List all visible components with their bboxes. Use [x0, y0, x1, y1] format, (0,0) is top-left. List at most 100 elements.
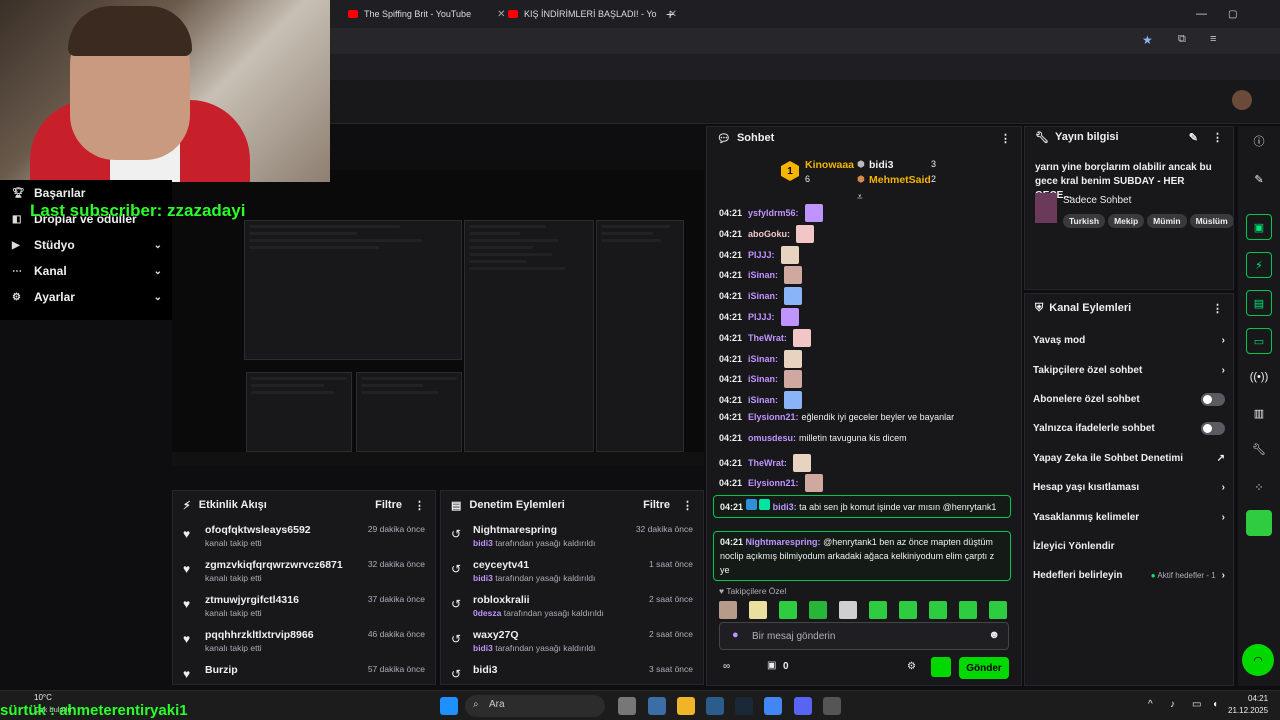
- emote[interactable]: [929, 601, 947, 619]
- message-username[interactable]: iSinan:: [748, 291, 778, 301]
- tag[interactable]: Turkish: [1063, 214, 1106, 228]
- widgets-icon[interactable]: [648, 697, 666, 715]
- extensions-icon[interactable]: ⧉: [1178, 33, 1186, 46]
- chat-message[interactable]: 04:21 PIJJJ:: [719, 245, 799, 264]
- emote[interactable]: [749, 601, 767, 619]
- action-ai-moderation[interactable]: Yapay Zeka ile Sohbet Denetimi ↗: [1025, 444, 1233, 473]
- chat-message[interactable]: 04:21 aboGoku:: [719, 224, 815, 243]
- extension-icon[interactable]: [931, 657, 951, 677]
- chat-message[interactable]: 04:21 Elysionn21: eğlendik iyi geceler bey…: [719, 412, 954, 422]
- info-icon[interactable]: ⓘ: [1246, 128, 1272, 154]
- leader-first-name[interactable]: Kinowaaa: [805, 159, 854, 171]
- emote[interactable]: [959, 601, 977, 619]
- action-subscribers-chat[interactable]: Abonelere özel sohbet: [1025, 385, 1233, 414]
- stack-icon[interactable]: ▥: [1246, 400, 1272, 426]
- nav-channel[interactable]: ⋯ Kanal ⌄: [0, 258, 172, 284]
- app-icon[interactable]: [823, 697, 841, 715]
- chat-message[interactable]: 04:21 omusdesu: milletin tavuguna kis dice…: [719, 433, 907, 443]
- chat-message[interactable]: 04:21 iSinan:: [719, 349, 803, 368]
- edit-icon[interactable]: ✎: [1189, 131, 1198, 144]
- edit-icon[interactable]: ✎: [1246, 166, 1272, 192]
- nav-studio[interactable]: ▶ Stüdyo ⌄: [0, 232, 172, 258]
- weather-temp[interactable]: 10°C: [34, 693, 52, 702]
- chat-input[interactable]: ● Bir mesaj gönderin ☻: [719, 622, 1009, 650]
- app-icon[interactable]: [706, 697, 724, 715]
- message-username[interactable]: TheWrat:: [748, 333, 787, 343]
- list-item[interactable]: ↺ bidi3 3 saat önce: [441, 659, 703, 694]
- message-username[interactable]: PIJJJ:: [748, 312, 775, 322]
- filter-button[interactable]: Filtre: [375, 499, 402, 511]
- more-icon[interactable]: ⋮: [682, 499, 693, 512]
- chat-message[interactable]: 04:21 iSinan:: [719, 391, 803, 410]
- emote[interactable]: [839, 601, 857, 619]
- volume-icon[interactable]: ◖: [1212, 699, 1218, 710]
- avatar[interactable]: [1232, 90, 1252, 110]
- more-icon[interactable]: ⋮: [1212, 131, 1223, 144]
- message-username[interactable]: ysfyldrm56:: [748, 208, 799, 218]
- emote[interactable]: [869, 601, 887, 619]
- filter-button[interactable]: Filtre: [643, 499, 670, 511]
- more-icon[interactable]: ⋮: [1212, 302, 1223, 315]
- tag[interactable]: Mekip: [1108, 214, 1145, 228]
- browser-tab-youtube[interactable]: The Spiffing Brit - YouTube ✕: [348, 4, 505, 24]
- infinity-icon[interactable]: ∞: [723, 661, 730, 672]
- mic-icon[interactable]: ♪: [1170, 699, 1175, 710]
- action-account-age[interactable]: Hesap yaşı kısıtlaması ›: [1025, 473, 1233, 502]
- media-icon[interactable]: ≡: [1210, 33, 1216, 45]
- chrome-icon[interactable]: [764, 697, 782, 715]
- maximize-icon[interactable]: ▢: [1228, 4, 1237, 24]
- emote[interactable]: [809, 601, 827, 619]
- list-item[interactable]: ♥ ztmuwjyrgifctl4316 kanalı takip etti 37 d…: [173, 589, 435, 624]
- send-button[interactable]: Gönder: [959, 657, 1009, 679]
- chat-message[interactable]: 04:21 TheWrat:: [719, 453, 811, 472]
- more-icon[interactable]: ⋮: [1000, 132, 1011, 145]
- extension-icon[interactable]: [1246, 510, 1272, 536]
- message-username[interactable]: Elysionn21:: [748, 412, 799, 422]
- network-icon[interactable]: ▭: [1192, 699, 1201, 710]
- leader-third-name[interactable]: MehmetSaid: [869, 174, 931, 186]
- message-username[interactable]: iSinan:: [748, 374, 778, 384]
- search-box[interactable]: ⌕ Ara: [465, 695, 605, 717]
- taskview-icon[interactable]: [618, 697, 636, 715]
- nav-settings[interactable]: ⚙ Ayarlar ⌄: [0, 284, 172, 310]
- message-username[interactable]: TheWrat:: [748, 458, 787, 468]
- mic-icon[interactable]: ●: [732, 629, 739, 641]
- list-item[interactable]: ↺ Nightmarespring bidi3 tarafından yasağı …: [441, 519, 703, 554]
- dots-icon[interactable]: ⁘: [1246, 474, 1272, 500]
- message-username[interactable]: PIJJJ:: [748, 250, 775, 260]
- broadcast-icon[interactable]: ((•)): [1246, 364, 1272, 390]
- emote[interactable]: [719, 601, 737, 619]
- list-item[interactable]: ♥ ofoqfqktwsleays6592 kanalı takip etti 29 …: [173, 519, 435, 554]
- lightning-icon[interactable]: ⚡︎: [1246, 252, 1272, 278]
- list-item[interactable]: ♥ pqqhhrzkltlxtrvip8966 kanalı takip etti 4…: [173, 624, 435, 659]
- message-username[interactable]: iSinan:: [748, 354, 778, 364]
- tag[interactable]: Müslüm: [1189, 214, 1233, 228]
- action-raid[interactable]: İzleyici Yönlendir: [1025, 532, 1233, 561]
- document-icon[interactable]: ▤: [1246, 290, 1272, 316]
- chat-message[interactable]: 04:21 iSinan:: [719, 266, 803, 285]
- discord-icon[interactable]: [794, 697, 812, 715]
- gift-icon[interactable]: ▣: [767, 660, 776, 671]
- list-item[interactable]: ↺ robloxkralii 0desza tarafından yasağı ka…: [441, 589, 703, 624]
- list-item[interactable]: ↺ waxy27Q bidi3 tarafından yasağı kaldırıl…: [441, 624, 703, 659]
- wrench-icon[interactable]: 🔧︎: [1246, 436, 1272, 462]
- subscribers-only-toggle[interactable]: [1201, 392, 1225, 406]
- folder-icon[interactable]: [677, 697, 695, 715]
- camera-icon[interactable]: ▣: [1246, 214, 1272, 240]
- action-emotes-only[interactable]: Yalnızca ifadelerle sohbet: [1025, 414, 1233, 443]
- bookmark-star-icon[interactable]: ★: [1142, 33, 1153, 47]
- emote[interactable]: [899, 601, 917, 619]
- support-icon[interactable]: ◠: [1242, 644, 1274, 676]
- emotes-only-toggle[interactable]: [1201, 422, 1225, 436]
- chat-message[interactable]: 04:21 iSinan:: [719, 287, 803, 306]
- emote[interactable]: [989, 601, 1007, 619]
- clock-time[interactable]: 04:21: [1248, 694, 1268, 703]
- tag[interactable]: Mümin: [1147, 214, 1187, 228]
- chat-message-highlight[interactable]: 04:21 bidi3: ta abi sen jb komut işinde …: [713, 495, 1011, 518]
- leader-second-name[interactable]: bidi3: [869, 159, 894, 171]
- chat-message[interactable]: 04:21 TheWrat:: [719, 328, 811, 347]
- message-username[interactable]: iSinan:: [748, 395, 778, 405]
- emoji-icon[interactable]: ☻: [988, 629, 1000, 641]
- new-tab-button[interactable]: +: [666, 4, 674, 24]
- action-slow-mode[interactable]: Yavaş mod ›: [1025, 326, 1233, 355]
